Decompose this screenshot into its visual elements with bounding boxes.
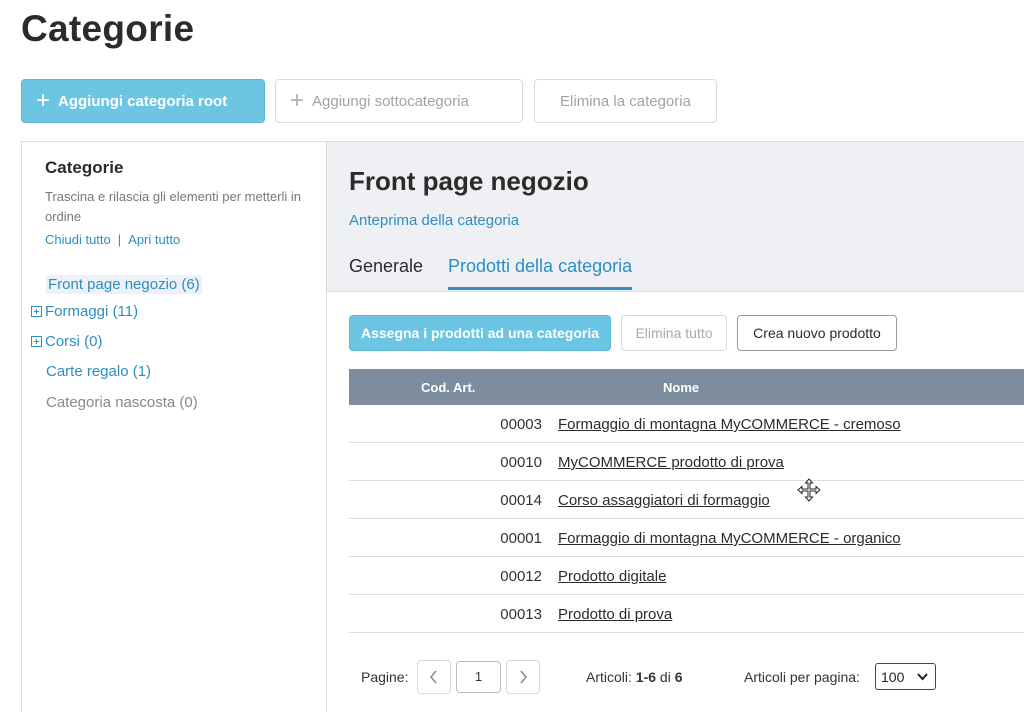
product-name-link[interactable]: Prodotto digitale xyxy=(558,568,666,585)
next-page-button[interactable] xyxy=(506,660,540,694)
sidebar-title: Categorie xyxy=(45,158,124,177)
add-subcategory-label: Aggiungi sottocategoria xyxy=(312,92,469,110)
tab-prodotti-della-categoria[interactable]: Prodotti della categoria xyxy=(448,256,633,290)
table-row: 00013 Prodotto di prova xyxy=(349,595,1024,633)
category-preview-link[interactable]: Anteprima della categoria xyxy=(349,212,519,229)
articles-count: Articoli: 1-6 di 6 xyxy=(586,669,683,685)
page-number-input[interactable]: 1 xyxy=(456,661,501,693)
page-title: Categorie xyxy=(21,8,195,49)
product-name-link[interactable]: Formaggio di montagna MyCOMMERCE - organ… xyxy=(558,530,901,547)
delete-all-button[interactable]: Elimina tutto xyxy=(621,315,727,351)
product-code: 00001 xyxy=(500,530,542,547)
add-subcategory-button[interactable]: + Aggiungi sottocategoria xyxy=(275,79,523,123)
product-name-link[interactable]: Corso assaggiatori di formaggio xyxy=(558,492,770,509)
chevron-down-icon xyxy=(917,673,928,681)
table-row: 00003 Formaggio di montagna MyCOMMERCE -… xyxy=(349,405,1024,443)
product-name-link[interactable]: MyCOMMERCE prodotto di prova xyxy=(558,454,784,471)
plus-icon: + xyxy=(290,87,305,114)
chevron-left-icon xyxy=(430,670,437,684)
tab-generale[interactable]: Generale xyxy=(349,256,423,287)
move-cursor-icon xyxy=(797,478,821,502)
category-title: Front page negozio xyxy=(349,166,589,196)
product-code: 00003 xyxy=(500,416,542,433)
products-table: Cod. Art. Nome 00003 Formaggio di montag… xyxy=(349,369,1024,633)
category-header: Front page negozio Anteprima della categ… xyxy=(327,141,1024,292)
articles-total: 6 xyxy=(674,669,683,685)
expand-icon[interactable] xyxy=(31,336,42,347)
table-row: 00012 Prodotto digitale xyxy=(349,557,1024,595)
plus-icon: + xyxy=(36,87,51,114)
assign-products-button[interactable]: Assegna i prodotti ad una categoria xyxy=(349,315,611,351)
product-code: 00012 xyxy=(500,568,542,585)
link-separator: | xyxy=(117,232,122,247)
previous-page-button[interactable] xyxy=(417,660,451,694)
delete-category-label: Elimina la categoria xyxy=(560,92,691,110)
add-root-category-button[interactable]: + Aggiungi categoria root xyxy=(21,79,265,123)
tree-item-label: Front page negozio (6) xyxy=(48,276,200,293)
sidebar-description: Trascina e rilascia gli elementi per met… xyxy=(45,189,302,224)
per-page-select[interactable]: 100 xyxy=(875,663,936,690)
tree-item-front-page[interactable]: Front page negozio (6) xyxy=(46,275,202,294)
table-row: 00010 MyCOMMERCE prodotto di prova xyxy=(349,443,1024,481)
tree-item-label: Categoria nascosta (0) xyxy=(46,394,198,411)
expand-all-link[interactable]: Apri tutto xyxy=(128,232,180,247)
tree-item-formaggi[interactable]: Formaggi (11) xyxy=(31,303,138,320)
expand-icon[interactable] xyxy=(31,306,42,317)
articles-label: Articoli: xyxy=(586,669,632,685)
tree-controls: Chiudi tutto | Apri tutto xyxy=(45,232,180,247)
articles-range: 1-6 xyxy=(635,669,657,685)
column-header-code[interactable]: Cod. Art. xyxy=(421,380,475,395)
tree-item-corsi[interactable]: Corsi (0) xyxy=(31,333,103,350)
collapse-all-link[interactable]: Chiudi tutto xyxy=(45,232,111,247)
table-row: 00014 Corso assaggiatori di formaggio xyxy=(349,481,1024,519)
per-page-label: Articoli per pagina: xyxy=(744,669,860,685)
product-code: 00014 xyxy=(500,492,542,509)
tree-item-categoria-nascosta[interactable]: Categoria nascosta (0) xyxy=(46,394,198,411)
per-page-value: 100 xyxy=(881,668,905,685)
tree-item-carte-regalo[interactable]: Carte regalo (1) xyxy=(46,363,151,380)
table-header: Cod. Art. Nome xyxy=(349,369,1024,405)
articles-of: di xyxy=(659,669,671,685)
column-header-name[interactable]: Nome xyxy=(663,380,699,395)
tree-item-label: Carte regalo (1) xyxy=(46,363,152,380)
category-tree-panel: Categorie Trascina e rilascia gli elemen… xyxy=(21,141,327,712)
product-code: 00010 xyxy=(500,454,542,471)
product-name-link[interactable]: Prodotto di prova xyxy=(558,606,672,623)
product-name-link[interactable]: Formaggio di montagna MyCOMMERCE - cremo… xyxy=(558,416,901,433)
create-product-button[interactable]: Crea nuovo prodotto xyxy=(737,315,897,351)
chevron-right-icon xyxy=(520,670,527,684)
tree-item-label: Formaggi (11) xyxy=(45,303,139,320)
add-root-category-label: Aggiungi categoria root xyxy=(58,92,228,110)
tree-item-label: Corsi (0) xyxy=(45,333,103,350)
table-row: 00001 Formaggio di montagna MyCOMMERCE -… xyxy=(349,519,1024,557)
pagination: Pagine: 1 Articoli: 1-6 di 6 Articoli pe… xyxy=(349,660,1024,694)
delete-category-button[interactable]: Elimina la categoria xyxy=(534,79,717,123)
product-code: 00013 xyxy=(500,606,542,623)
pages-label: Pagine: xyxy=(361,669,409,685)
